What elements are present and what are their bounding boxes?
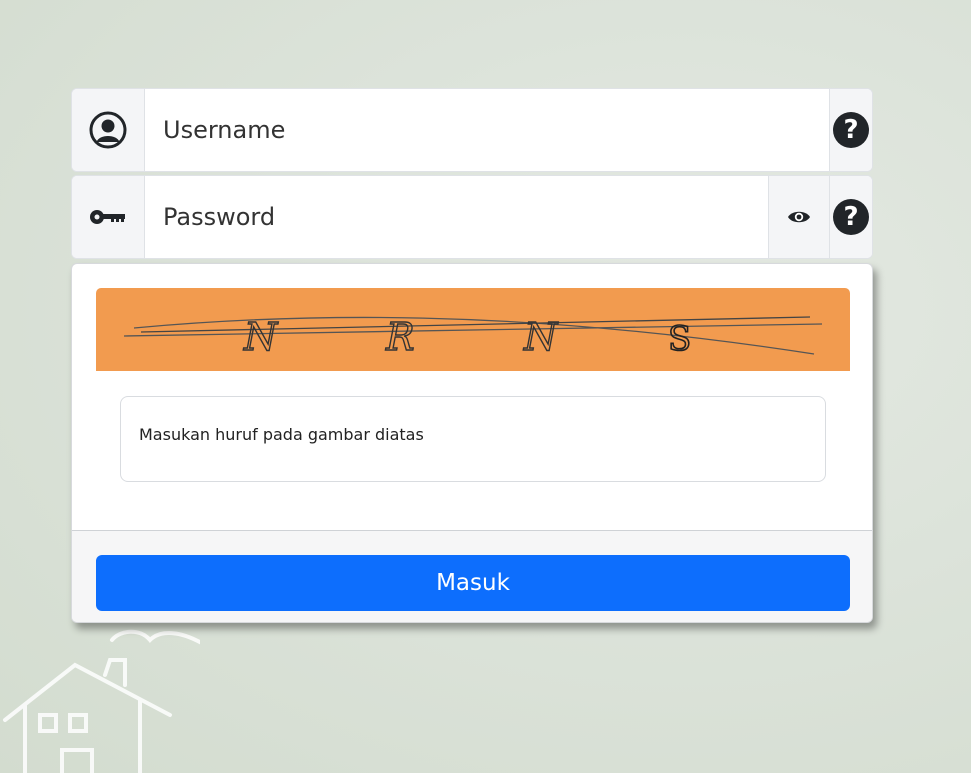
password-input[interactable]: Password [145,176,768,258]
captcha-letter: N [243,315,279,359]
key-icon [90,210,125,224]
captcha-input[interactable]: Masukan huruf pada gambar diatas [120,396,826,482]
captcha-image: N R N S [96,288,850,371]
captcha-card: N R N S Masukan huruf pada gambar diatas… [71,263,873,623]
username-input[interactable]: Username [145,89,829,171]
password-help-button[interactable]: ? [829,176,872,258]
username-icon-addon [72,89,145,171]
captcha-letter: S [668,319,691,359]
username-input-group: Username ? [71,88,873,172]
question-circle-icon: ? [833,112,869,148]
password-input-group: Password ? [71,175,873,259]
masuk-button[interactable]: Masuk [96,555,850,611]
password-placeholder: Password [163,203,276,231]
captcha-placeholder: Masukan huruf pada gambar diatas [139,425,424,444]
username-placeholder: Username [163,116,286,144]
masuk-button-label: Masuk [436,570,510,596]
username-help-button[interactable]: ? [829,89,872,171]
password-help-glyph: ? [843,202,859,232]
user-circle-icon [89,111,127,149]
question-circle-icon: ? [833,199,869,235]
background-house-sketch [3,629,200,773]
eye-icon [788,211,810,223]
card-footer: Masuk [72,530,872,622]
username-help-glyph: ? [843,115,859,145]
captcha-noise: N R N S [123,314,823,360]
captcha-letter: N [523,315,559,359]
captcha-letter: R [385,315,415,359]
password-icon-addon [72,176,145,258]
show-password-button[interactable] [768,176,829,258]
